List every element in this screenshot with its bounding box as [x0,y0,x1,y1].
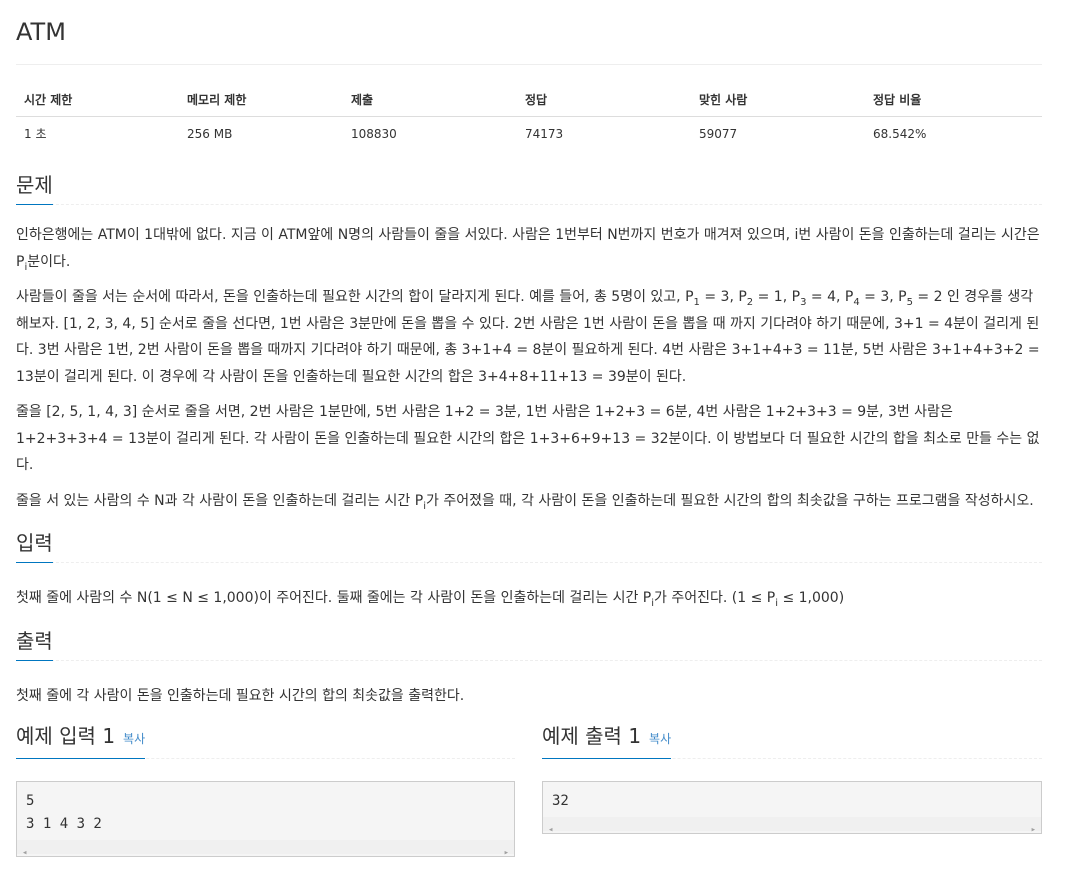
problem-title: ATM [16,0,1042,65]
value-accepted: 74173 [525,126,564,141]
scroll-left-icon[interactable]: ◂ [22,842,27,865]
description-p4-tail: 가 주어졌을 때, 각 사람이 돈을 인출하는데 필요한 시간의 합의 최솟값을… [425,492,1034,509]
info-value-row: 1 초 256 MB 108830 74173 59077 68.542% [16,117,1042,151]
header-time-limit: 시간 제한 [16,83,179,117]
sample-output-scrollbar[interactable]: ◂ ▸ [543,817,1041,835]
input-paragraph: 첫째 줄에 사람의 수 N(1 ≤ N ≤ 1,000)이 주어진다. 둘째 줄… [16,585,1042,612]
description-p2-part: = 3, P [699,289,747,305]
input-text: 첫째 줄에 사람의 수 N(1 ≤ N ≤ 1,000)이 주어진다. 둘째 줄… [16,590,652,606]
input-text-tail: ≤ 1,000) [778,590,845,606]
description-p2-part: = 1, P [753,289,801,305]
description-paragraph-4: 줄을 서 있는 사람의 수 N과 각 사람이 돈을 인출하는데 걸리는 시간 P… [16,488,1042,515]
description-paragraph-3: 줄을 [2, 5, 1, 4, 3] 순서로 줄을 서면, 2번 사람은 1분만… [16,404,1040,473]
value-solvers: 59077 [699,126,738,141]
description-body: 인하은행에는 ATM이 1대밖에 없다. 지금 이 ATM앞에 N명의 사람들이… [16,222,1042,514]
description-p2-text: 사람들이 줄을 서는 순서에 따라서, 돈을 인출하는데 필요한 시간의 합이 … [16,289,694,305]
description-paragraph-1: 인하은행에는 ATM이 1대밖에 없다. 지금 이 ATM앞에 N명의 사람들이… [16,222,1042,275]
description-paragraph-2: 사람들이 줄을 서는 순서에 따라서, 돈을 인출하는데 필요한 시간의 합이 … [16,284,1042,390]
output-paragraph: 첫째 줄에 각 사람이 돈을 인출하는데 필요한 시간의 합의 최솟값을 출력한… [16,687,465,704]
sample-input-header: 예제 입력 1 복사 [16,718,515,759]
sample-input-column: 예제 입력 1 복사 5 3 1 4 3 2 ◂ ▸ [16,718,515,858]
sample-output-heading-wrap: 예제 출력 1 복사 [542,723,672,759]
sample-output-box[interactable]: 32 ◂ ▸ [542,781,1042,835]
output-section-header: 출력 [16,620,1042,661]
description-p2-part: = 3, P [859,289,907,305]
scroll-right-icon[interactable]: ▸ [504,842,509,865]
value-memory-limit: 256 MB [187,126,233,141]
output-heading: 출력 [16,628,53,661]
input-body: 첫째 줄에 사람의 수 N(1 ≤ N ≤ 1,000)이 주어진다. 둘째 줄… [16,585,1042,612]
sample-output-heading: 예제 출력 1 [542,724,642,748]
info-header-row: 시간 제한 메모리 제한 제출 정답 맞힌 사람 정답 비율 [16,83,1042,117]
scroll-left-icon[interactable]: ◂ [548,819,553,842]
input-text-part: 가 주어진다. (1 ≤ P [654,590,776,606]
problem-info-table: 시간 제한 메모리 제한 제출 정답 맞힌 사람 정답 비율 1 초 256 M… [16,83,1042,150]
header-accepted: 정답 [517,83,691,117]
problem-page: ATM 시간 제한 메모리 제한 제출 정답 맞힌 사람 정답 비율 1 초 2… [16,0,1042,709]
header-accept-ratio: 정답 비율 [865,83,1042,117]
header-memory-limit: 메모리 제한 [179,83,343,117]
header-submissions: 제출 [343,83,517,117]
description-p2-part: = 4, P [806,289,854,305]
value-submissions: 108830 [351,126,397,141]
sample-input-box[interactable]: 5 3 1 4 3 2 ◂ ▸ [16,781,515,858]
description-p1-text: 인하은행에는 ATM이 1대밖에 없다. 지금 이 ATM앞에 N명의 사람들이… [16,227,1040,270]
output-body: 첫째 줄에 각 사람이 돈을 인출하는데 필요한 시간의 합의 최솟값을 출력한… [16,683,1042,710]
copy-sample-input-button[interactable]: 복사 [123,732,145,746]
sample-input-content: 5 3 1 4 3 2 [26,793,102,832]
sample-output-header: 예제 출력 1 복사 [542,718,1042,759]
description-p1-tail: 분이다. [27,253,71,270]
sample-output-content: 32 [552,793,569,809]
description-section-header: 문제 [16,164,1042,205]
scroll-right-icon[interactable]: ▸ [1031,819,1036,842]
sample-input-scrollbar[interactable]: ◂ ▸ [17,840,514,858]
description-heading: 문제 [16,172,53,205]
input-heading: 입력 [16,530,53,563]
description-p4-text: 줄을 서 있는 사람의 수 N과 각 사람이 돈을 인출하는데 걸리는 시간 P [16,492,424,509]
input-section-header: 입력 [16,522,1042,563]
sample-input-heading-wrap: 예제 입력 1 복사 [16,723,146,759]
sample-input-heading: 예제 입력 1 [16,724,116,748]
value-accept-ratio: 68.542% [873,126,927,141]
copy-sample-output-button[interactable]: 복사 [649,732,671,746]
sample-output-column: 예제 출력 1 복사 32 ◂ ▸ [542,718,1042,835]
value-time-limit: 1 초 [24,127,47,141]
header-solvers: 맞힌 사람 [691,83,865,117]
